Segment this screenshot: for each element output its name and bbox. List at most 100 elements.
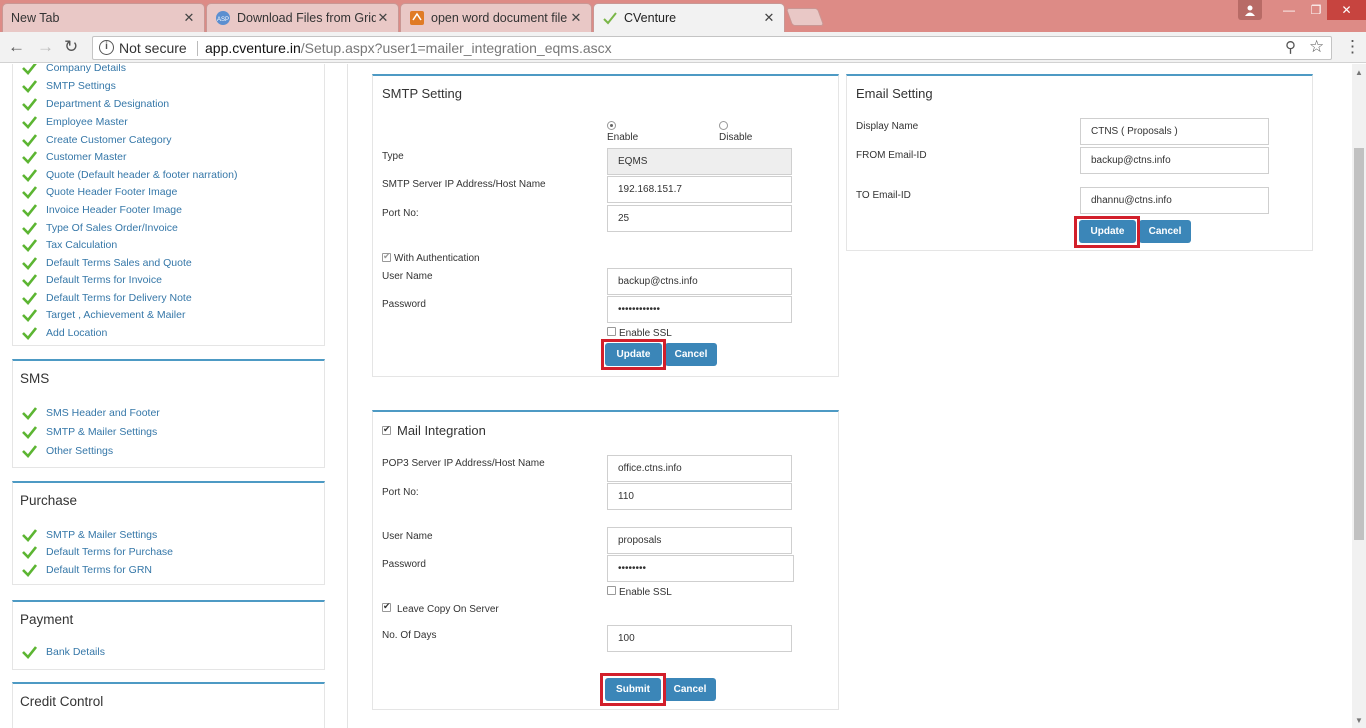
sidebar-item-customer-category[interactable]: Create Customer Category [22,132,171,148]
sidebar-item-quote-image[interactable]: Quote Header Footer Image [22,184,177,200]
new-tab-button[interactable] [785,8,825,26]
leave-copy-checkbox[interactable] [382,601,391,612]
pop3-host-field[interactable]: office.ctns.info [607,455,792,482]
scrollbar-thumb[interactable] [1354,148,1364,540]
check-icon [22,646,37,659]
user-name-field[interactable]: backup@ctns.info [607,268,792,295]
panel-title: SMS [20,371,50,386]
highlight-box [1074,216,1140,248]
email-setting-panel: Email Setting Display Name CTNS ( Propos… [846,74,1313,251]
sidebar-item-terms-invoice[interactable]: Default Terms for Invoice [22,272,162,288]
sidebar-item-terms-sales[interactable]: Default Terms Sales and Quote [22,255,192,271]
info-icon[interactable]: i [99,40,114,55]
back-icon[interactable]: ← [8,37,25,57]
close-icon[interactable]: ✕ [762,10,776,26]
smtp-cancel-button[interactable]: Cancel [665,343,717,366]
mail-integration-checkbox[interactable] [382,424,391,435]
sidebar-item-bank-details[interactable]: Bank Details [22,644,105,660]
check-icon [22,257,37,270]
address-bar[interactable]: i Not secure app.cventure.in/Setup.aspx?… [92,36,1332,60]
tab-cventure[interactable]: CVenture ✕ [593,3,785,32]
no-of-days-field[interactable]: 100 [607,625,792,652]
type-field[interactable]: EQMS [607,148,792,175]
sidebar-item-label: Other Settings [46,445,114,457]
mail-password-field[interactable]: •••••••• [607,555,794,582]
mail-cancel-button[interactable]: Cancel [664,678,716,701]
pop3-port-field[interactable]: 110 [607,483,792,510]
close-icon[interactable]: ✕ [182,10,196,26]
smtp-host-label: SMTP Server IP Address/Host Name [382,179,546,190]
stackoverflow-favicon-icon [409,10,425,26]
enable-radio[interactable] [607,121,616,130]
scroll-down-icon[interactable]: ▼ [1355,716,1363,725]
sidebar-item-purchase-smtp[interactable]: SMTP & Mailer Settings [22,527,157,543]
tab-download-files[interactable]: ASP Download Files from Grid ✕ [206,3,399,32]
sidebar-item-sms-smtp[interactable]: SMTP & Mailer Settings [22,424,157,440]
port-field[interactable]: 25 [607,205,792,232]
sidebar-item-tax-calculation[interactable]: Tax Calculation [22,237,117,253]
user-icon[interactable] [1238,0,1262,20]
sms-panel: SMS SMS Header and Footer SMTP & Mailer … [12,359,325,468]
forward-icon[interactable]: → [37,37,54,57]
sidebar-item-sales-order-type[interactable]: Type Of Sales Order/Invoice [22,220,178,236]
close-icon[interactable]: ✕ [569,10,583,26]
check-icon [22,222,37,235]
mail-enable-ssl-checkbox[interactable] [607,586,616,595]
purchase-panel: Purchase SMTP & Mailer Settings Default … [12,481,325,585]
no-of-days-label: No. Of Days [382,630,437,641]
disable-label: Disable [719,132,753,143]
enable-ssl-label: Enable SSL [619,328,672,339]
scroll-up-icon[interactable]: ▲ [1355,68,1363,77]
minimize-icon[interactable]: — [1275,0,1303,20]
with-authentication-checkbox[interactable] [382,251,391,262]
sidebar-item-terms-purchase[interactable]: Default Terms for Purchase [22,544,173,560]
port-label: Port No: [382,208,419,219]
panel-title: Payment [20,612,74,627]
enable-ssl-checkbox[interactable] [607,327,616,336]
sidebar-item-customer-master[interactable]: Customer Master [22,149,127,165]
window-close-icon[interactable]: ✕ [1327,0,1366,20]
from-email-field[interactable]: backup@ctns.info [1080,147,1269,174]
sidebar-item-label: Type Of Sales Order/Invoice [46,222,178,234]
display-name-field[interactable]: CTNS ( Proposals ) [1080,118,1269,145]
check-icon [22,169,37,182]
credit-control-panel: Credit Control [12,682,325,728]
sidebar-item-department[interactable]: Department & Designation [22,96,169,112]
reload-icon[interactable]: ↻ [64,37,78,57]
tab-new-tab[interactable]: New Tab ✕ [2,3,205,32]
sidebar-item-label: Tax Calculation [46,239,118,251]
sidebar-item-terms-delivery[interactable]: Default Terms for Delivery Note [22,290,192,306]
vertical-scrollbar[interactable]: ▲ ▼ [1352,64,1366,728]
sidebar-item-target-mailer[interactable]: Target , Achievement & Mailer [22,307,185,323]
to-email-field[interactable]: dhannu@ctns.info [1080,187,1269,214]
sidebar-item-add-location[interactable]: Add Location [22,325,107,341]
bookmark-star-icon[interactable]: ☆ [1309,36,1324,58]
tab-open-word[interactable]: open word document file ✕ [400,3,592,32]
disable-radio[interactable] [719,121,728,130]
sidebar-item-invoice-image[interactable]: Invoice Header Footer Image [22,202,182,218]
restore-icon[interactable]: ❐ [1302,0,1330,20]
sidebar-item-label: Default Terms for Delivery Note [46,292,192,304]
sidebar-item-employee-master[interactable]: Employee Master [22,114,128,130]
sidebar-item-label: Create Customer Category [46,134,172,146]
sidebar-item-label: SMTP & Mailer Settings [46,529,158,541]
email-cancel-button[interactable]: Cancel [1139,220,1191,243]
mail-user-field[interactable]: proposals [607,527,792,554]
sidebar-item-smtp-settings[interactable]: SMTP Settings [22,78,116,94]
sidebar-item-sms-header[interactable]: SMS Header and Footer [22,405,160,421]
panel-title: Purchase [20,493,78,508]
sidebar-item-company-details[interactable]: Company Details [22,64,126,76]
check-icon [22,239,37,252]
sidebar-item-sms-other[interactable]: Other Settings [22,443,113,459]
smtp-host-field[interactable]: 192.168.151.7 [607,176,792,203]
sidebar-item-terms-grn[interactable]: Default Terms for GRN [22,562,152,578]
zoom-icon[interactable]: ⚲ [1285,37,1296,59]
password-field[interactable]: •••••••••••• [607,296,792,323]
close-icon[interactable]: ✕ [376,10,390,26]
sidebar-item-quote-narration[interactable]: Quote (Default header & footer narration… [22,167,237,183]
url-host: app.cventure.in [205,40,301,56]
sidebar-item-label: Department & Designation [46,98,170,110]
panel-title: Mail Integration [397,423,486,438]
menu-icon[interactable]: ⋮ [1344,38,1361,56]
smtp-setting-panel: SMTP Setting Enable Disable Type EQMS SM… [372,74,839,377]
